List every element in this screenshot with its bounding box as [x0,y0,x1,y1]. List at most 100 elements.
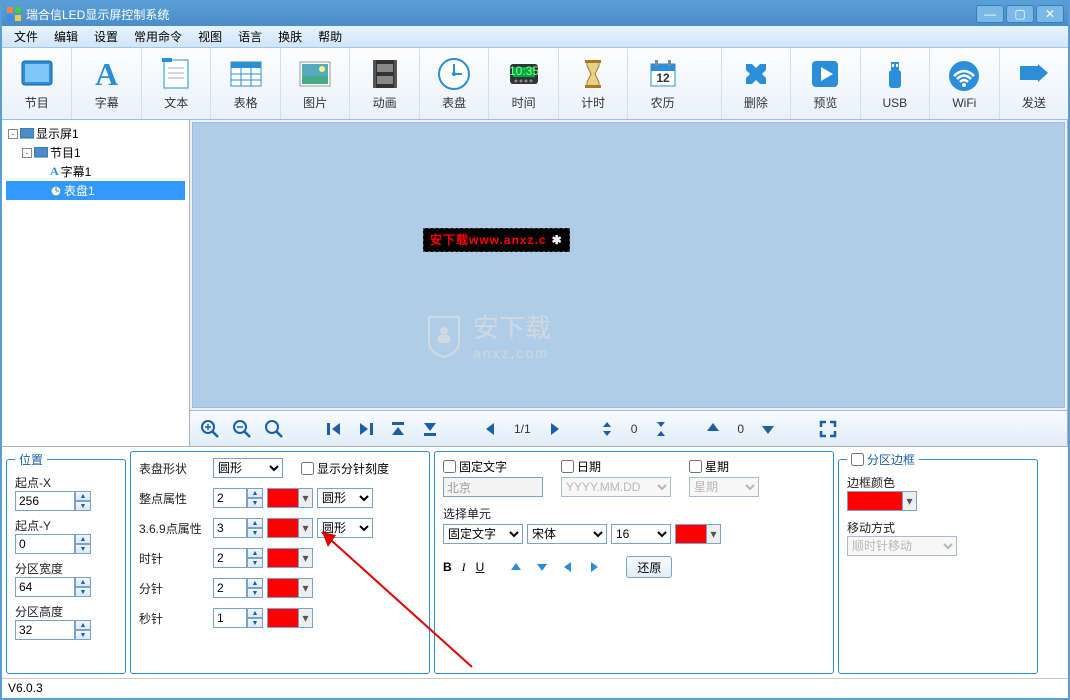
tool-time[interactable]: 10:35时间 [488,48,557,119]
hour-num[interactable] [213,548,247,568]
first-icon[interactable] [320,416,348,442]
dot369-shape[interactable]: 圆形 [317,518,373,538]
tool-image[interactable]: 图片 [280,48,349,119]
tool-usb[interactable]: USB [860,48,929,119]
tool-timer[interactable]: 计时 [558,48,627,119]
unit-select[interactable]: 固定文字 [443,524,523,544]
menu-common[interactable]: 常用命令 [126,26,190,47]
move-right-icon[interactable] [582,556,606,578]
week-select: 星期 [689,477,759,497]
menu-settings[interactable]: 设置 [86,26,126,47]
prev-icon[interactable] [476,416,504,442]
zoom-reset-icon[interactable] [260,416,288,442]
border-fieldset: 分区边框 边框颜色 ▾ 移动方式 顺时针移动 [838,451,1038,674]
menu-view[interactable]: 视图 [190,26,230,47]
position-legend: 位置 [15,451,47,468]
pos-w-input[interactable] [15,577,75,597]
dot-num[interactable] [213,488,247,508]
app-icon [6,6,22,22]
tick-checkbox[interactable] [301,462,314,475]
tool-table[interactable]: 表格 [210,48,279,119]
spin-down[interactable]: ▼ [75,501,91,511]
dot369-color[interactable]: ▾ [267,518,313,538]
week-chk[interactable] [689,460,702,473]
border-chk[interactable] [851,453,864,466]
min-color[interactable]: ▾ [267,578,313,598]
fixed-text-chk[interactable] [443,460,456,473]
tree-dial[interactable]: 表盘1 [6,181,185,200]
watermark: 安下载anxz.com [423,308,551,361]
menu-language[interactable]: 语言 [230,26,270,47]
move-left-icon[interactable] [556,556,580,578]
tool-preview[interactable]: 预览 [790,48,859,119]
dot369-num[interactable] [213,518,247,538]
up-icon[interactable] [699,416,727,442]
tool-program[interactable]: 节目 [2,48,71,119]
zoom-in-icon[interactable] [196,416,224,442]
menu-file[interactable]: 文件 [6,26,46,47]
tree-screen[interactable]: - 显示屏1 [6,124,185,143]
maximize-button[interactable]: ▢ [1006,5,1034,23]
led-text: 安下载www.anxz.c ✱ [423,228,570,252]
spin-up[interactable]: ▲ [75,491,91,501]
dot-color[interactable]: ▾ [267,488,313,508]
preview-canvas[interactable]: 安下载www.anxz.c ✱ 安下载anxz.com [192,122,1065,408]
tree-subtitle[interactable]: A 字幕1 [6,162,185,181]
tree-panel: - 显示屏1 - 节目1 A 字幕1 表盘1 [2,120,190,446]
dot-shape[interactable]: 圆形 [317,488,373,508]
tool-lunar[interactable]: 12农历 [627,48,696,119]
titlebar: 瑞合信LED显示屏控制系统 — ▢ ✕ [2,2,1068,26]
move-up-icon[interactable] [504,556,528,578]
nav-val2: 0 [731,422,750,436]
svg-text:10:35: 10:35 [509,64,539,78]
zoom-out-icon[interactable] [228,416,256,442]
menu-skin[interactable]: 换肤 [270,26,310,47]
tool-delete[interactable]: 删除 [721,48,790,119]
app-title: 瑞合信LED显示屏控制系统 [26,6,976,23]
tool-text[interactable]: 文本 [141,48,210,119]
position-fieldset: 位置 起点-X ▲▼ 起点-Y ▲▼ 分区宽度 ▲▼ 分区高度 ▲▼ [6,451,126,674]
date-fmt-select: YYYY.MM.DD [561,477,671,497]
restore-button[interactable]: 还原 [626,556,672,578]
down-icon[interactable] [754,416,782,442]
tool-dial[interactable]: 表盘 [419,48,488,119]
pos-h-input[interactable] [15,620,75,640]
close-button[interactable]: ✕ [1036,5,1064,23]
next-icon[interactable] [541,416,569,442]
sec-color[interactable]: ▾ [267,608,313,628]
last-icon[interactable] [352,416,380,442]
sec-num[interactable] [213,608,247,628]
tool-animation[interactable]: 动画 [349,48,418,119]
bold-button[interactable]: B [443,560,452,575]
underline-button[interactable]: U [476,560,485,575]
menu-help[interactable]: 帮助 [310,26,350,47]
italic-button[interactable]: I [462,560,466,575]
top-icon[interactable] [384,416,412,442]
dial-shape-select[interactable]: 圆形 [213,458,283,478]
font-select[interactable]: 宋体 [527,524,607,544]
hour-color[interactable]: ▾ [267,548,313,568]
expand-v-icon[interactable] [593,416,621,442]
bottom-icon[interactable] [416,416,444,442]
nav-val1: 0 [625,422,644,436]
pos-y-input[interactable] [15,534,75,554]
minimize-button[interactable]: — [976,5,1004,23]
tool-wifi[interactable]: WiFi [929,48,998,119]
border-color: ▾ [847,491,917,511]
collapse-v-icon[interactable] [647,416,675,442]
move-down-icon[interactable] [530,556,554,578]
pos-x-input[interactable] [15,491,75,511]
fullscreen-icon[interactable] [814,416,842,442]
date-chk[interactable] [561,460,574,473]
tool-send[interactable]: 发送 [999,48,1068,119]
tree-program[interactable]: - 节目1 [6,143,185,162]
size-select[interactable]: 16 [611,524,671,544]
menubar: 文件 编辑 设置 常用命令 视图 语言 换肤 帮助 [2,26,1068,48]
text-color[interactable]: ▾ [675,524,721,544]
tool-subtitle[interactable]: A字幕 [71,48,140,119]
svg-text:12: 12 [656,71,670,85]
move-mode-select: 顺时针移动 [847,536,957,556]
preview-navbar: 1/1 0 0 [190,410,1067,446]
menu-edit[interactable]: 编辑 [46,26,86,47]
min-num[interactable] [213,578,247,598]
